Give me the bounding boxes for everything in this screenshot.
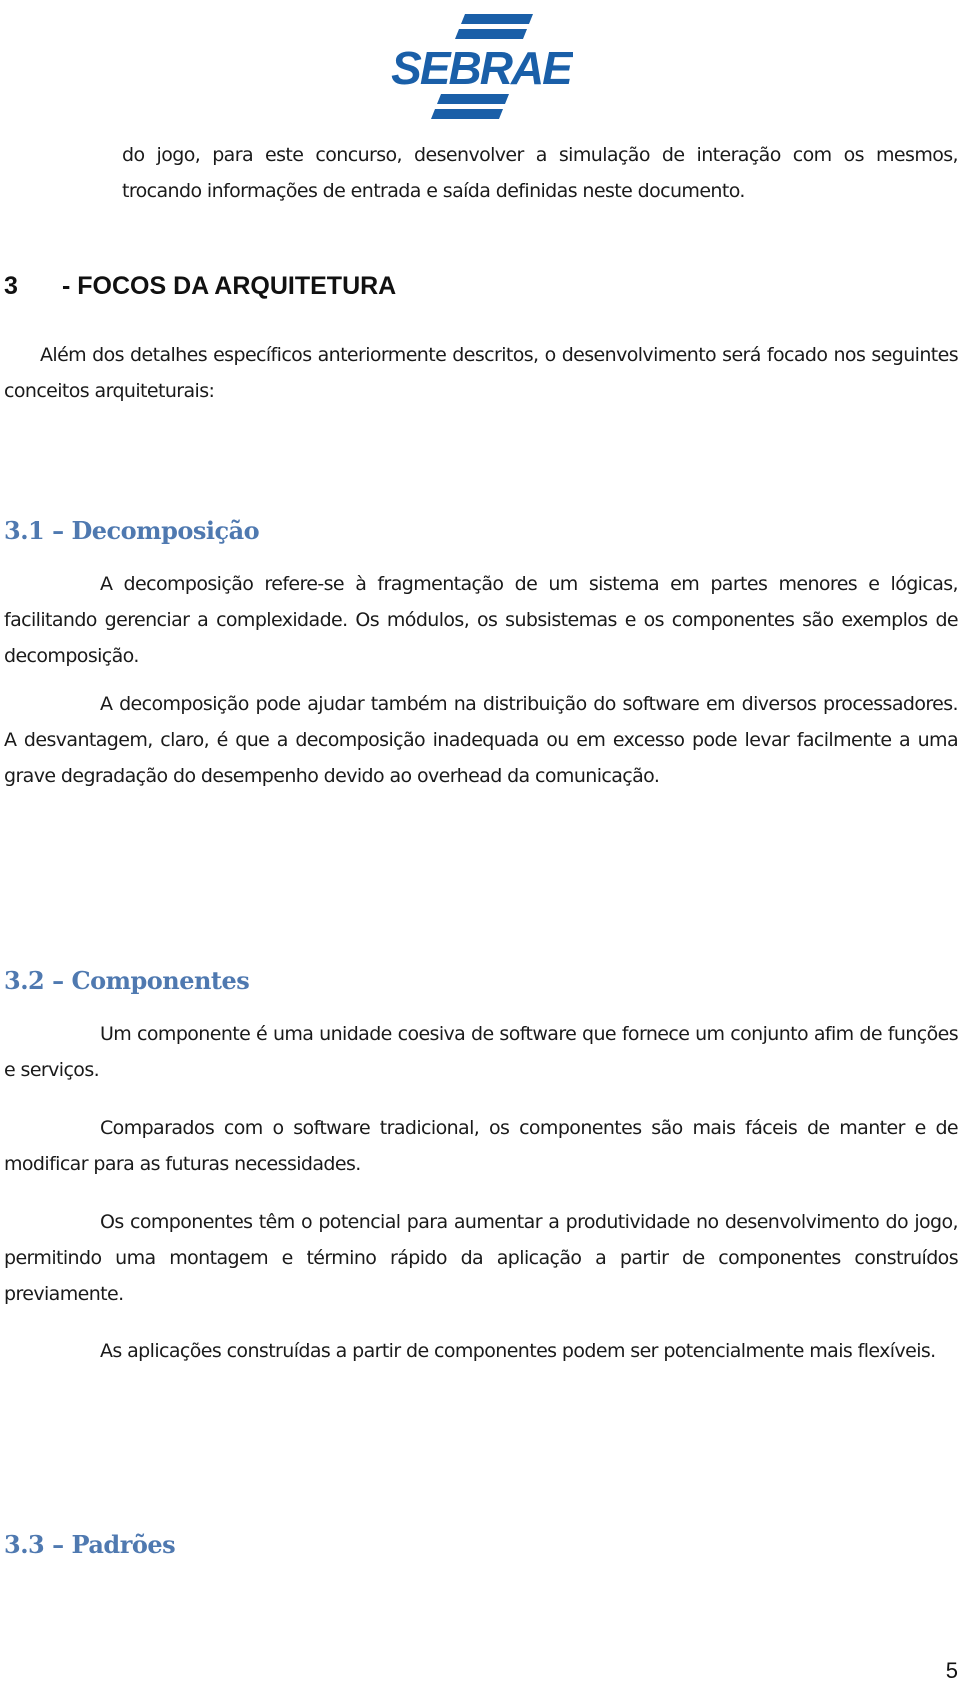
- section-3-2-paragraph-3: Os componentes têm o potencial para aume…: [4, 1211, 959, 1305]
- section-3-2-paragraph-2: Comparados com o software tradicional, o…: [4, 1117, 959, 1175]
- sebrae-logo: SEBRAE: [389, 14, 573, 120]
- intro-paragraph: do jogo, para este concurso, desenvolver…: [122, 144, 959, 202]
- logo-stripe: [455, 29, 527, 39]
- page-number: 5: [945, 1658, 958, 1683]
- logo-stripe: [437, 94, 509, 104]
- section-3-1-paragraph-2: A decomposição pode ajudar também na dis…: [4, 693, 959, 787]
- section-3-2-paragraph-4: As aplicações construídas a partir de co…: [100, 1340, 936, 1362]
- sebrae-logo-icon: SEBRAE: [391, 14, 573, 119]
- logo-stripe: [461, 14, 533, 24]
- logo-stripe: [431, 109, 503, 119]
- section-3-1-paragraph-1: A decomposição refere-se à fragmentação …: [4, 573, 959, 667]
- section-3-heading: 3 - FOCOS DA ARQUITETURA: [4, 272, 396, 301]
- logo-text: SEBRAE: [391, 42, 573, 94]
- section-3-2-heading: 3.2 – Componentes: [4, 966, 250, 995]
- section-3-3-heading: 3.3 – Padrões: [4, 1530, 176, 1559]
- section-3-2-paragraph-1: Um componente é uma unidade coesiva de s…: [4, 1023, 959, 1081]
- section-3-number: 3: [4, 272, 18, 300]
- section-3-intro: Além dos detalhes específicos anteriorme…: [4, 344, 959, 402]
- section-3-title: - FOCOS DA ARQUITETURA: [62, 272, 397, 300]
- section-3-1-heading: 3.1 – Decomposição: [4, 516, 260, 545]
